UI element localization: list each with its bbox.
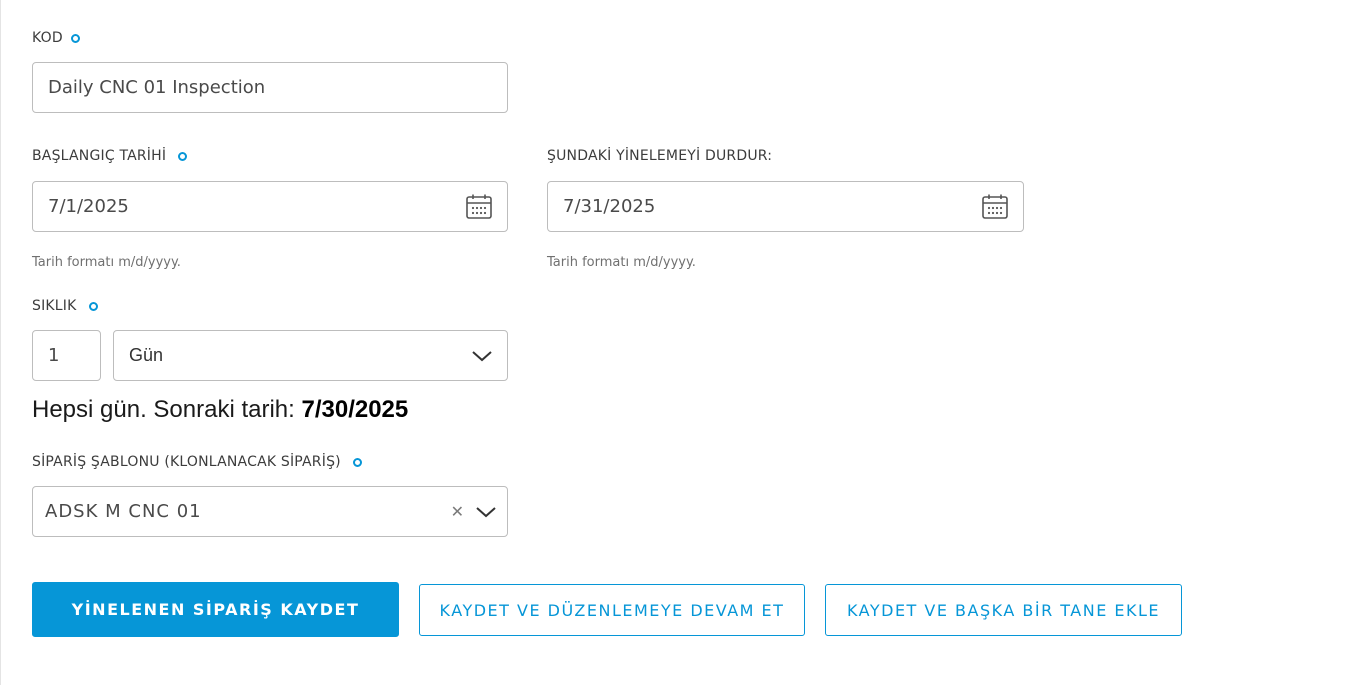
template-value: ADSK M CNC 01 bbox=[45, 501, 202, 522]
template-select[interactable]: ADSK M CNC 01 ✕ bbox=[32, 486, 508, 537]
stop-date-input[interactable]: 7/31/2025 bbox=[547, 181, 1024, 232]
chevron-down-icon bbox=[471, 349, 493, 363]
stop-date-hint: Tarih formatı m/d/yyyy. bbox=[547, 255, 696, 270]
start-date-hint: Tarih formatı m/d/yyyy. bbox=[32, 255, 181, 270]
next-date-summary: Hepsi gün. Sonraki tarih: 7/30/2025 bbox=[32, 396, 408, 424]
calendar-icon[interactable] bbox=[465, 193, 493, 221]
save-and-continue-label: KAYDET VE DÜZENLEMEYE DEVAM ET bbox=[439, 600, 785, 620]
code-label-row: KOD bbox=[32, 30, 80, 46]
chevron-down-icon[interactable] bbox=[475, 505, 497, 519]
template-label: SİPARİŞ ŞABLONU (KLONLANACAK SİPARİŞ) bbox=[32, 454, 341, 470]
required-dot-icon bbox=[178, 151, 188, 161]
next-date-value: 7/30/2025 bbox=[301, 396, 409, 423]
clear-icon[interactable]: ✕ bbox=[451, 502, 465, 521]
save-and-continue-button[interactable]: KAYDET VE DÜZENLEMEYE DEVAM ET bbox=[419, 584, 805, 636]
next-date-prefix: Hepsi gün. Sonraki tarih: bbox=[32, 396, 302, 423]
save-recurring-order-button[interactable]: YİNELENEN SİPARİŞ KAYDET bbox=[32, 582, 399, 637]
required-dot-icon bbox=[352, 457, 362, 467]
code-label: KOD bbox=[32, 30, 63, 46]
save-and-add-another-button[interactable]: KAYDET VE BAŞKA BİR TANE EKLE bbox=[825, 584, 1182, 636]
start-date-value: 7/1/2025 bbox=[48, 196, 129, 217]
frequency-label-row: SIKLIK bbox=[32, 298, 98, 314]
template-label-row: SİPARİŞ ŞABLONU (KLONLANACAK SİPARİŞ) bbox=[32, 454, 362, 470]
required-dot-icon bbox=[70, 33, 80, 43]
stop-date-label: ŞUNDAKİ YİNELEMEYİ DURDUR: bbox=[547, 148, 773, 164]
frequency-count-value: 1 bbox=[48, 345, 60, 366]
start-date-input[interactable]: 7/1/2025 bbox=[32, 181, 508, 232]
save-recurring-order-label: YİNELENEN SİPARİŞ KAYDET bbox=[71, 600, 360, 619]
code-input-value: Daily CNC 01 Inspection bbox=[48, 77, 266, 98]
frequency-label: SIKLIK bbox=[32, 298, 77, 314]
code-input[interactable]: Daily CNC 01 Inspection bbox=[32, 62, 508, 113]
frequency-unit-value: Gün bbox=[129, 345, 164, 365]
start-date-label-row: BAŞLANGIÇ TARİHİ bbox=[32, 148, 188, 164]
stop-date-value: 7/31/2025 bbox=[563, 196, 656, 217]
save-and-add-another-label: KAYDET VE BAŞKA BİR TANE EKLE bbox=[846, 600, 1161, 620]
calendar-icon[interactable] bbox=[981, 193, 1009, 221]
start-date-label: BAŞLANGIÇ TARİHİ bbox=[32, 148, 167, 164]
frequency-count-input[interactable]: 1 bbox=[32, 330, 101, 381]
stop-date-label-row: ŞUNDAKİ YİNELEMEYİ DURDUR: bbox=[547, 148, 772, 164]
required-dot-icon bbox=[88, 301, 98, 311]
frequency-unit-select[interactable]: Gün bbox=[113, 330, 508, 381]
